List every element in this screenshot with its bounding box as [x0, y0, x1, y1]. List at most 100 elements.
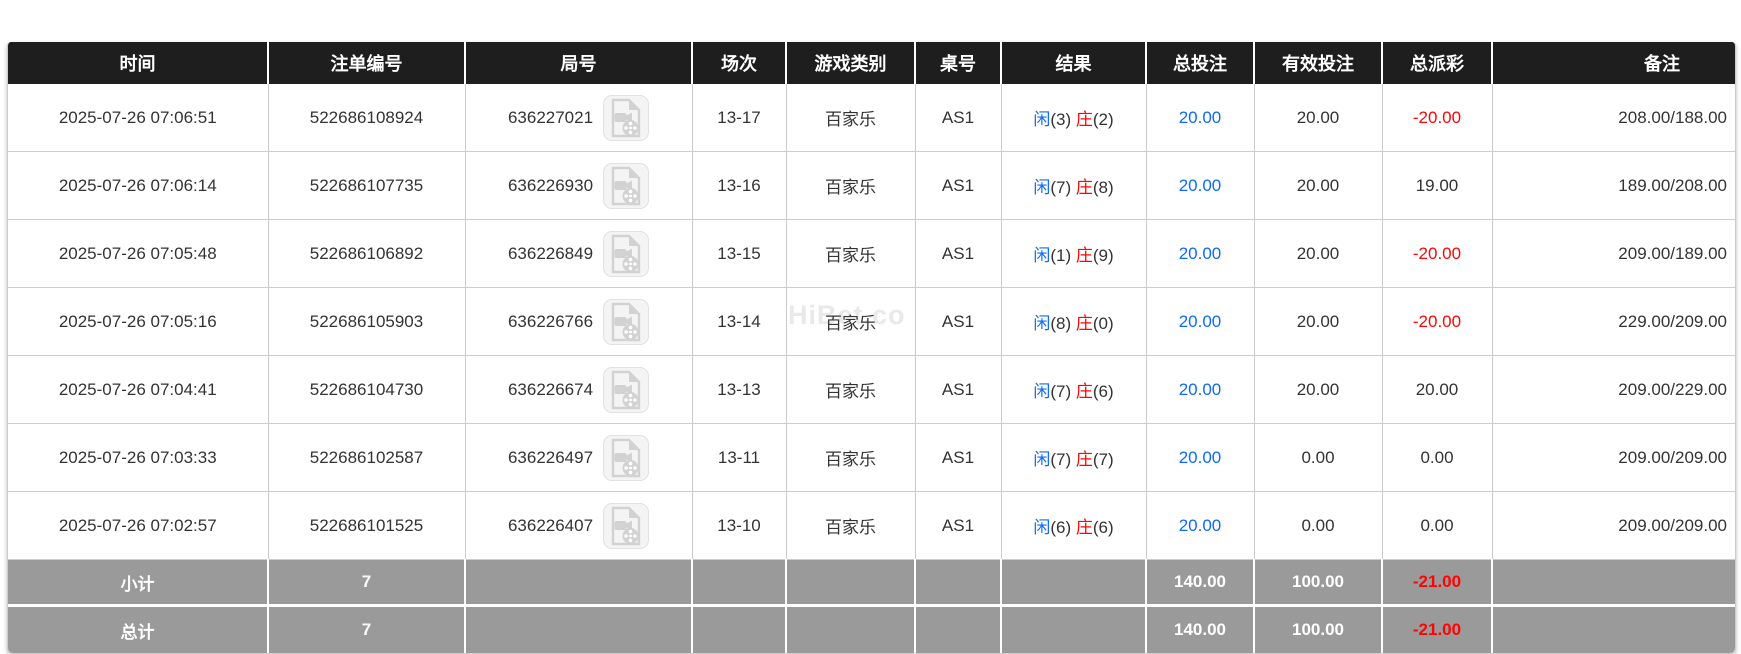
cell-bet-number: 522686104730	[268, 356, 465, 424]
cell-bet-number: 522686105903	[268, 288, 465, 356]
video-replay-button[interactable]	[603, 163, 649, 209]
summary-count: 7	[268, 560, 465, 606]
cell-total-bet: 20.00	[1146, 84, 1254, 152]
summary-count: 7	[268, 606, 465, 654]
result-banker-score: (9)	[1093, 246, 1114, 265]
round-number-text: 636226497	[508, 448, 593, 468]
column-header-payout: 总派彩	[1382, 42, 1492, 84]
summary-empty-round	[465, 560, 692, 606]
round-number-text: 636226849	[508, 244, 593, 264]
cell-session: 13-11	[692, 424, 786, 492]
result-player-label: 闲	[1033, 246, 1050, 265]
summary-label: 总计	[8, 606, 268, 654]
bet-record-row: 2025-07-26 07:05:16522686105903636226766…	[8, 288, 1735, 356]
video-replay-button[interactable]	[603, 435, 649, 481]
summary-valid-bet: 100.00	[1254, 560, 1382, 606]
result-player-label: 闲	[1033, 178, 1050, 197]
column-header-total_bet: 总投注	[1146, 42, 1254, 84]
cell-valid-bet: 20.00	[1254, 220, 1382, 288]
video-replay-button[interactable]	[603, 503, 649, 549]
cell-total-bet: 20.00	[1146, 356, 1254, 424]
cell-payout: 0.00	[1382, 492, 1492, 560]
cell-session: 13-14	[692, 288, 786, 356]
cell-table-number: AS1	[915, 288, 1001, 356]
cell-time: 2025-07-26 07:02:57	[8, 492, 268, 560]
cell-remark: 208.00/188.00	[1492, 84, 1735, 152]
cell-game-type: 百家乐	[786, 492, 915, 560]
summary-payout: -21.00	[1382, 606, 1492, 654]
cell-round-number: 636226766	[465, 288, 692, 356]
cell-total-bet: 20.00	[1146, 492, 1254, 560]
video-replay-button[interactable]	[603, 367, 649, 413]
result-player-label: 闲	[1033, 450, 1050, 469]
cell-payout: 0.00	[1382, 424, 1492, 492]
bet-record-row: 2025-07-26 07:03:33522686102587636226497…	[8, 424, 1735, 492]
bet-records-table: 时间注单编号局号场次游戏类别桌号结果总投注有效投注总派彩备注 2025-07-2…	[8, 42, 1735, 653]
video-file-icon	[609, 98, 643, 138]
result-banker-score: (0)	[1093, 314, 1114, 333]
cell-remark: 209.00/229.00	[1492, 356, 1735, 424]
bet-record-row: 2025-07-26 07:06:51522686108924636227021…	[8, 84, 1735, 152]
summary-remark	[1492, 560, 1735, 606]
video-replay-button[interactable]	[603, 299, 649, 345]
cell-result: 闲(7) 庄(6)	[1001, 356, 1146, 424]
cell-result: 闲(7) 庄(7)	[1001, 424, 1146, 492]
cell-bet-number: 522686101525	[268, 492, 465, 560]
summary-empty-round	[465, 606, 692, 654]
cell-valid-bet: 0.00	[1254, 424, 1382, 492]
video-file-icon	[609, 302, 643, 342]
cell-total-bet: 20.00	[1146, 220, 1254, 288]
round-number-text: 636227021	[508, 108, 593, 128]
result-banker-label: 庄	[1076, 382, 1093, 401]
cell-valid-bet: 20.00	[1254, 356, 1382, 424]
cell-valid-bet: 0.00	[1254, 492, 1382, 560]
result-banker-label: 庄	[1076, 110, 1093, 129]
result-banker-label: 庄	[1076, 518, 1093, 537]
cell-time: 2025-07-26 07:05:48	[8, 220, 268, 288]
column-header-result: 结果	[1001, 42, 1146, 84]
cell-game-type: 百家乐	[786, 84, 915, 152]
cell-remark: 209.00/189.00	[1492, 220, 1735, 288]
cell-game-type: 百家乐	[786, 356, 915, 424]
cell-remark: 229.00/209.00	[1492, 288, 1735, 356]
cell-total-bet: 20.00	[1146, 152, 1254, 220]
summary-valid-bet: 100.00	[1254, 606, 1382, 654]
video-file-icon	[609, 370, 643, 410]
summary-empty-table	[915, 560, 1001, 606]
result-banker-score: (6)	[1093, 382, 1114, 401]
video-replay-button[interactable]	[603, 95, 649, 141]
result-banker-label: 庄	[1076, 450, 1093, 469]
summary-payout: -21.00	[1382, 560, 1492, 606]
cell-round-number: 636226407	[465, 492, 692, 560]
cell-table-number: AS1	[915, 424, 1001, 492]
column-header-bet_no: 注单编号	[268, 42, 465, 84]
result-player-score: (6)	[1050, 518, 1071, 537]
cell-result: 闲(7) 庄(8)	[1001, 152, 1146, 220]
column-header-game: 游戏类别	[786, 42, 915, 84]
cell-valid-bet: 20.00	[1254, 152, 1382, 220]
header-row: 时间注单编号局号场次游戏类别桌号结果总投注有效投注总派彩备注	[8, 42, 1735, 84]
result-player-label: 闲	[1033, 518, 1050, 537]
cell-result: 闲(1) 庄(9)	[1001, 220, 1146, 288]
summary-empty-result	[1001, 606, 1146, 654]
video-replay-button[interactable]	[603, 231, 649, 277]
table-body: 2025-07-26 07:06:51522686108924636227021…	[8, 84, 1735, 653]
video-file-icon	[609, 506, 643, 546]
cell-remark: 189.00/208.00	[1492, 152, 1735, 220]
cell-game-type: 百家乐	[786, 288, 915, 356]
cell-game-type: 百家乐	[786, 424, 915, 492]
grand-total-row: 总计7 140.00100.00-21.00	[8, 606, 1735, 654]
result-banker-label: 庄	[1076, 178, 1093, 197]
column-header-table_no: 桌号	[915, 42, 1001, 84]
result-player-score: (3)	[1050, 110, 1071, 129]
cell-time: 2025-07-26 07:04:41	[8, 356, 268, 424]
subtotal-row: 小计7140.00100.00-21.00	[8, 560, 1735, 606]
cell-table-number: AS1	[915, 152, 1001, 220]
result-banker-score: (8)	[1093, 178, 1114, 197]
result-player-score: (8)	[1050, 314, 1071, 333]
cell-table-number: AS1	[915, 84, 1001, 152]
summary-total-bet: 140.00	[1146, 606, 1254, 654]
cell-session: 13-10	[692, 492, 786, 560]
round-number-text: 636226766	[508, 312, 593, 332]
cell-round-number: 636226497	[465, 424, 692, 492]
